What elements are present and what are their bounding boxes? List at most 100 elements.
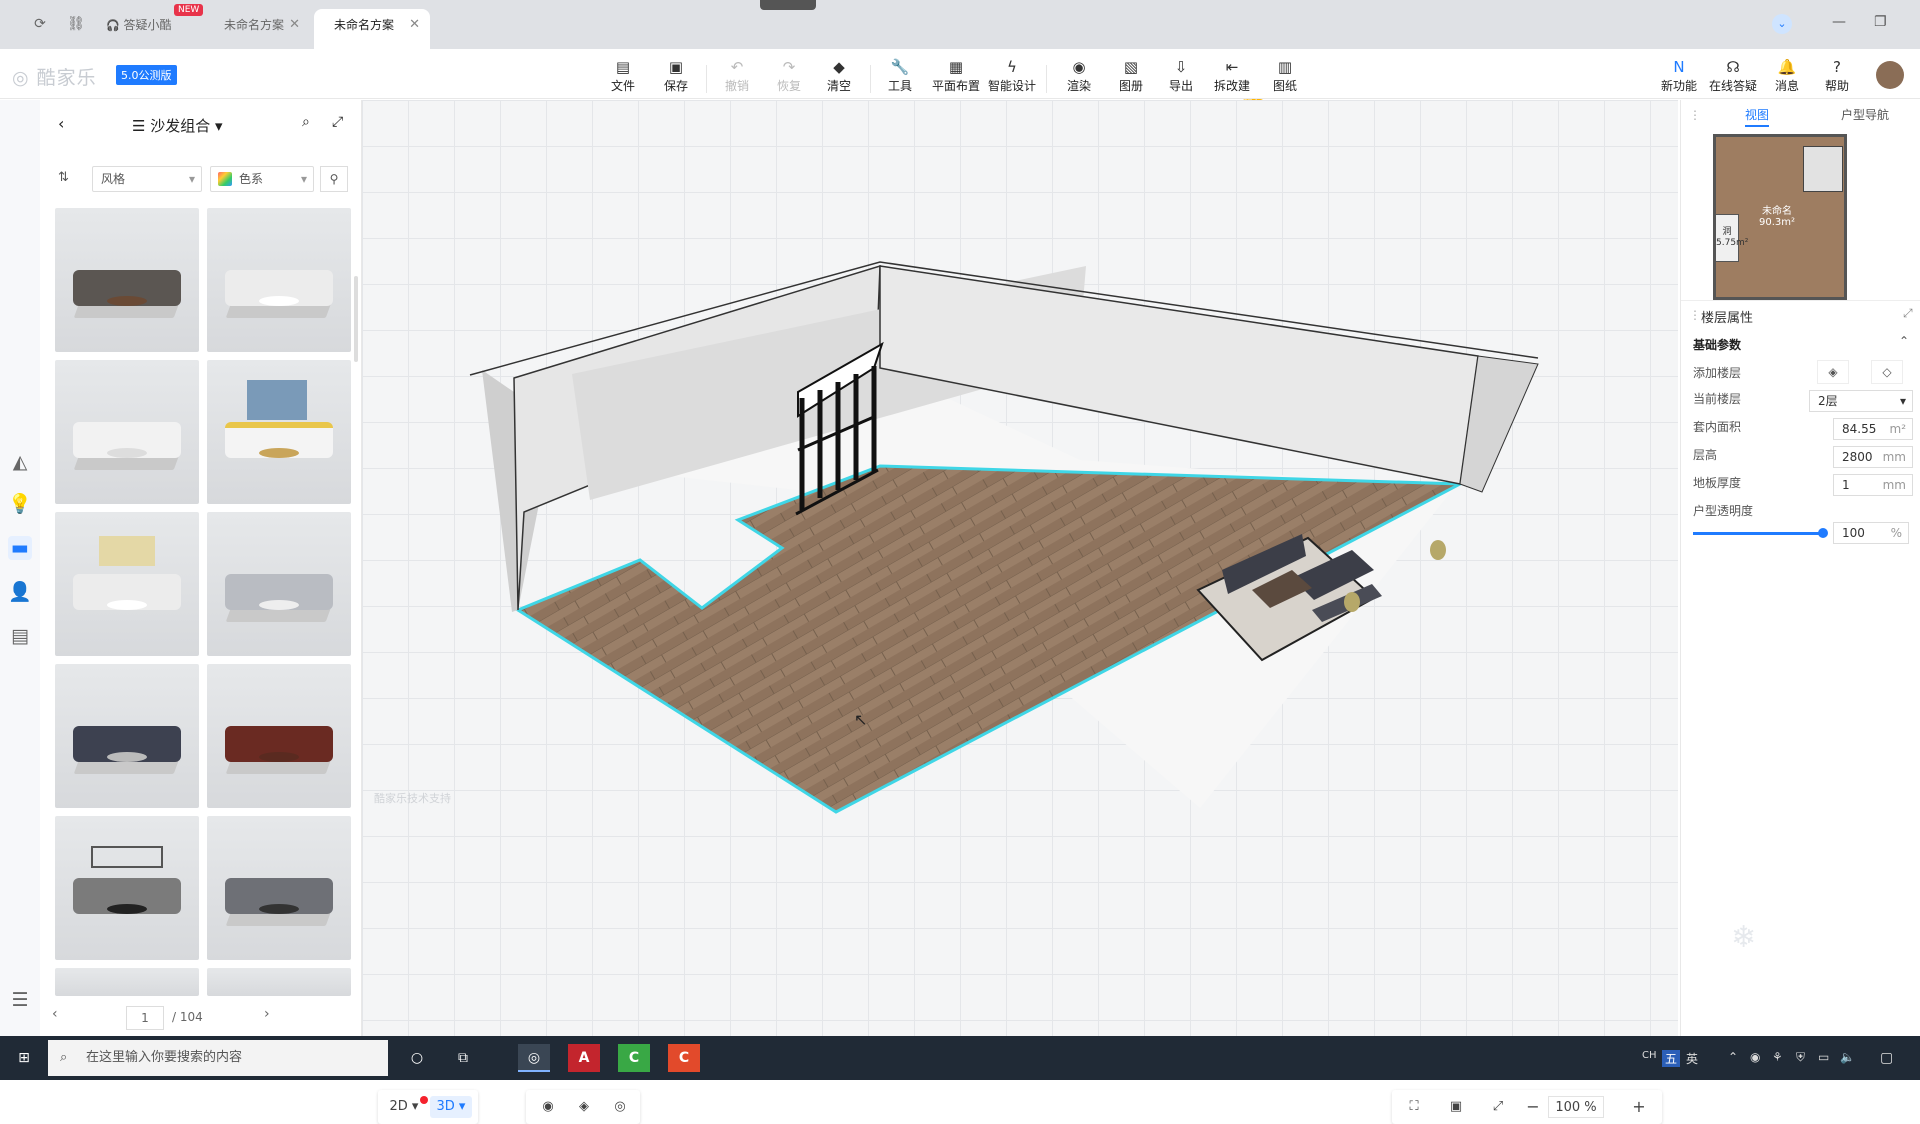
render-button[interactable]: ◉ 渲染 (1056, 57, 1102, 94)
opacity-slider-handle[interactable] (1818, 528, 1828, 538)
sofa-category-icon[interactable]: ▬ (8, 536, 32, 560)
tab-view[interactable]: 视图 (1745, 106, 1770, 127)
file-button[interactable]: ▤ 文件 (600, 57, 646, 94)
task-view-icon[interactable]: ⧉ (448, 1044, 478, 1072)
product-thumbnail[interactable] (207, 968, 351, 996)
screenshot-icon[interactable]: ▣ (1442, 1096, 1470, 1118)
lightbulb-icon[interactable]: 💡 (8, 492, 32, 516)
product-thumbnail[interactable] (207, 208, 351, 352)
cabinet-icon[interactable]: ▤ (8, 624, 32, 648)
expand-icon[interactable]: ⤢ (332, 114, 343, 130)
back-arrow-icon[interactable]: ‹ (58, 114, 64, 133)
close-icon[interactable]: ✕ (289, 9, 300, 41)
3d-mode-button[interactable]: 3D ▾ (430, 1096, 472, 1118)
advanced-filter-icon[interactable]: ⚲ (320, 166, 348, 192)
help-button[interactable]: ? 帮助 (1814, 57, 1860, 94)
product-thumbnail[interactable] (55, 816, 199, 960)
current-floor-select[interactable]: 2层 ▾ (1809, 390, 1913, 412)
fit-view-icon[interactable]: ⛶ (1400, 1096, 1428, 1118)
person-icon[interactable]: 👤 (8, 580, 32, 604)
minimize-icon[interactable]: — (1832, 14, 1846, 30)
product-thumbnail[interactable] (55, 664, 199, 808)
restore-icon[interactable]: ❐ (1874, 14, 1887, 30)
chevron-down-icon[interactable]: ⌄ (1772, 14, 1792, 34)
tray-app-icon[interactable]: ◉ (1750, 1050, 1760, 1064)
windows-start-icon[interactable]: ⊞ (10, 1044, 38, 1072)
library-category-selector[interactable]: ☰ 沙发组合 ▾ (132, 115, 223, 136)
floor-layout-button[interactable]: ▦ 平面布置 (930, 57, 982, 94)
product-thumbnail[interactable] (207, 512, 351, 656)
product-thumbnail[interactable] (207, 360, 351, 504)
floor-plan-icon[interactable]: ◭ (8, 450, 32, 474)
drawing-button[interactable]: ▥ 图纸 (1262, 57, 1308, 94)
redo-button[interactable]: ↷ 恢复 (766, 57, 812, 94)
refresh-icon[interactable]: ⟳ (30, 14, 50, 34)
clear-button[interactable]: ◆ 清空 (816, 57, 862, 94)
browser-tab-plan-2[interactable]: 未命名方案 ✕ (314, 9, 430, 49)
layers-icon[interactable]: ◈ (570, 1096, 598, 1118)
cortana-icon[interactable]: ○ (402, 1044, 432, 1072)
product-thumbnail[interactable] (55, 360, 199, 504)
drag-handle-icon[interactable]: ⋮ (1689, 108, 1701, 122)
camtasia-app-icon[interactable]: C (618, 1044, 650, 1072)
zoom-in-button[interactable]: + (1628, 1096, 1650, 1118)
height-input[interactable]: 2800 mm (1833, 446, 1913, 468)
tools-button[interactable]: 🔧 工具 (877, 57, 923, 94)
search-icon[interactable]: ⌕ (302, 114, 310, 130)
messages-button[interactable]: 🔔 消息 (1764, 57, 1810, 94)
3d-viewport[interactable]: 酷家乐技术支持 ↖ 2D ▾ 3D ▾ ◉ ◈ ◎ ⛶ ▣ ⤢ − 100 % … (362, 100, 1678, 1124)
browser-app-icon[interactable]: ◎ (518, 1044, 550, 1072)
tray-chevron-icon[interactable]: ⌃ (1728, 1050, 1738, 1064)
panel-toggle-icon[interactable]: ☰ (8, 988, 32, 1012)
add-floor-above-icon[interactable]: ◈ (1817, 360, 1849, 384)
product-thumbnail[interactable] (207, 664, 351, 808)
avatar[interactable] (1876, 61, 1904, 89)
drag-handle[interactable] (760, 0, 816, 10)
browser-tab-plan-1[interactable]: 未命名方案 ✕ (214, 9, 310, 49)
close-icon[interactable]: ✕ (409, 9, 420, 41)
product-thumbnail[interactable] (55, 968, 199, 996)
link-icon[interactable]: ⛓ (66, 14, 86, 34)
compass-icon[interactable]: ◎ (606, 1096, 634, 1118)
export-button[interactable]: ⇩ 导出 (1158, 57, 1204, 94)
2d-mode-button[interactable]: 2D ▾ (386, 1096, 422, 1118)
autocad-app-icon[interactable]: A (568, 1044, 600, 1072)
new-feature-button[interactable]: N 新功能 (1654, 57, 1704, 94)
product-thumbnail[interactable] (55, 208, 199, 352)
smart-design-button[interactable]: ϟ 智能设计 (986, 57, 1038, 94)
prev-page-icon[interactable]: ‹ (52, 1006, 58, 1022)
collapse-icon[interactable]: ⌃ (1899, 334, 1909, 348)
tab-floor-nav[interactable]: 户型导航 (1841, 106, 1889, 123)
sort-icon[interactable]: ⇅ (58, 170, 69, 185)
notification-center-icon[interactable]: ▢ (1880, 1050, 1893, 1066)
undo-button[interactable]: ↶ 撤销 (714, 57, 760, 94)
network-icon[interactable]: ▭ (1818, 1050, 1829, 1064)
ime-indicator[interactable]: CH (1642, 1050, 1657, 1061)
fullscreen-icon[interactable]: ⤢ (1484, 1096, 1512, 1118)
save-button[interactable]: ▣ 保存 (653, 57, 699, 94)
zoom-out-button[interactable]: − (1522, 1096, 1544, 1118)
ime-mode-icon[interactable]: 五 (1662, 1050, 1681, 1067)
scrollbar[interactable] (354, 276, 358, 362)
volume-icon[interactable]: 🔈 (1840, 1050, 1855, 1064)
add-floor-below-icon[interactable]: ◇ (1871, 360, 1903, 384)
ime-language[interactable]: 英 (1686, 1050, 1698, 1067)
taskbar-search[interactable]: ⌕ 在这里输入你要搜索的内容 (48, 1040, 388, 1076)
product-thumbnail[interactable] (207, 816, 351, 960)
tray-network-icon[interactable]: ⚘ (1772, 1050, 1783, 1064)
next-page-icon[interactable]: › (264, 1006, 270, 1022)
online-help-button[interactable]: ☊ 在线答疑 (1706, 57, 1760, 94)
opacity-slider-track[interactable] (1693, 528, 1828, 538)
zoom-level[interactable]: 100 % (1548, 1096, 1604, 1118)
product-thumbnail[interactable] (55, 512, 199, 656)
page-input[interactable]: 1 (126, 1006, 164, 1030)
expand-icon[interactable]: ⤢ (1903, 306, 1913, 321)
eye-icon[interactable]: ◉ (534, 1096, 562, 1118)
thickness-input[interactable]: 1 mm (1833, 474, 1913, 496)
album-button[interactable]: ▧ 图册 (1108, 57, 1154, 94)
shield-icon[interactable]: ⛨ (1796, 1050, 1805, 1065)
style-filter[interactable]: 风格 ▾ (92, 166, 202, 192)
opacity-input[interactable]: 100% (1833, 522, 1909, 544)
area-input[interactable]: 84.55 m² (1833, 418, 1913, 440)
drag-handle-icon[interactable]: ⋮ (1689, 308, 1701, 322)
